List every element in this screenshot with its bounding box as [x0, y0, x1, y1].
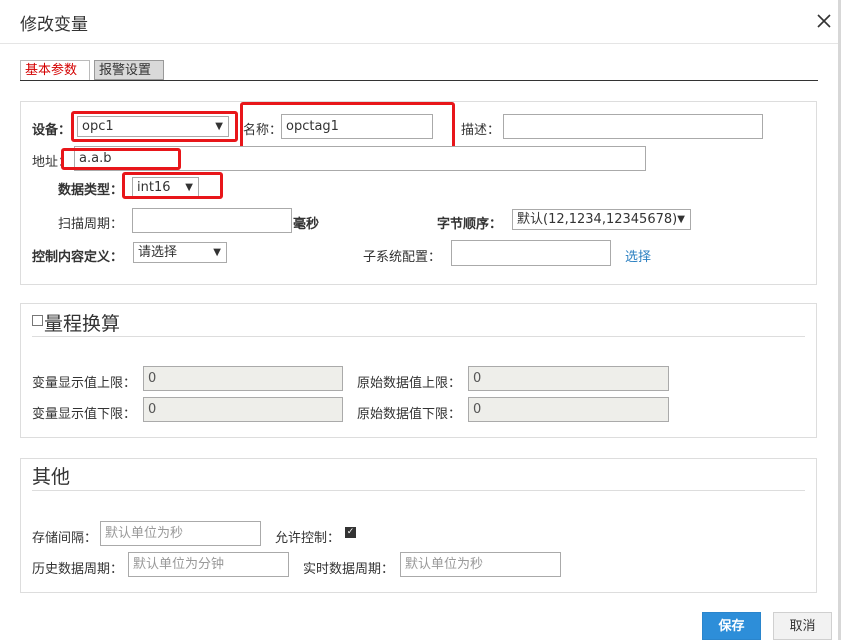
- chevron-down-icon: ▼: [213, 247, 221, 258]
- datatype-highlight: [122, 172, 223, 199]
- byte-order-select-value: 默认(12,1234,12345678): [517, 212, 678, 227]
- scan-period-label: 扫描周期：: [58, 217, 124, 232]
- cancel-button[interactable]: 取消: [773, 612, 832, 640]
- raw-upper-label: 原始数据值上限：: [357, 376, 462, 391]
- other-divider: [32, 490, 805, 491]
- allow-control-label: 允许控制：: [275, 531, 341, 546]
- description-input[interactable]: [503, 114, 763, 139]
- subsystem-input[interactable]: [451, 240, 611, 266]
- scan-period-unit: 毫秒: [293, 217, 320, 232]
- control-def-select[interactable]: 请选择 ▼: [133, 242, 227, 263]
- other-title: 其他: [32, 466, 71, 488]
- close-icon[interactable]: [815, 12, 833, 30]
- tab-basic-params[interactable]: 基本参数: [20, 60, 90, 80]
- disp-lower-label: 变量显示值下限：: [32, 407, 137, 422]
- range-checkbox[interactable]: [32, 315, 43, 326]
- scan-period-input[interactable]: [132, 208, 292, 233]
- raw-lower-input[interactable]: 0: [468, 397, 669, 422]
- datatype-label: 数据类型：: [58, 183, 124, 198]
- select-link[interactable]: 选择: [625, 246, 651, 265]
- raw-lower-label: 原始数据值下限：: [357, 407, 462, 422]
- history-period-label: 历史数据周期：: [32, 562, 124, 577]
- raw-upper-input[interactable]: 0: [468, 366, 669, 391]
- dialog-title: 修改变量: [20, 15, 88, 35]
- byte-order-label: 字节顺序：: [437, 217, 503, 232]
- realtime-period-label: 实时数据周期：: [303, 562, 395, 577]
- history-period-input[interactable]: 默认单位为分钟: [128, 552, 289, 577]
- disp-lower-input[interactable]: 0: [143, 397, 343, 422]
- subsystem-label: 子系统配置：: [363, 250, 442, 265]
- header-divider: [0, 43, 841, 44]
- storage-interval-label: 存储间隔：: [32, 531, 98, 546]
- storage-interval-input[interactable]: 默认单位为秒: [100, 521, 261, 546]
- realtime-period-input[interactable]: 默认单位为秒: [400, 552, 561, 577]
- device-label: 设备：: [32, 123, 72, 138]
- device-highlight: [71, 111, 238, 142]
- range-title: 量程换算: [44, 313, 121, 335]
- control-def-select-value: 请选择: [138, 245, 178, 260]
- range-divider: [32, 336, 805, 337]
- tab-underline: [20, 80, 818, 81]
- byte-order-select[interactable]: 默认(12,1234,12345678) ▼: [512, 209, 691, 230]
- allow-control-checkbox[interactable]: ✓: [345, 527, 356, 538]
- address-highlight: [61, 148, 181, 170]
- tab-alarm-settings[interactable]: 报警设置: [94, 60, 164, 80]
- save-button[interactable]: 保存: [702, 612, 761, 640]
- description-label: 描述：: [461, 123, 501, 138]
- disp-upper-input[interactable]: 0: [143, 366, 343, 391]
- control-def-label: 控制内容定义：: [32, 250, 124, 265]
- disp-upper-label: 变量显示值上限：: [32, 376, 137, 391]
- chevron-down-icon: ▼: [677, 214, 685, 225]
- name-highlight: [240, 102, 455, 149]
